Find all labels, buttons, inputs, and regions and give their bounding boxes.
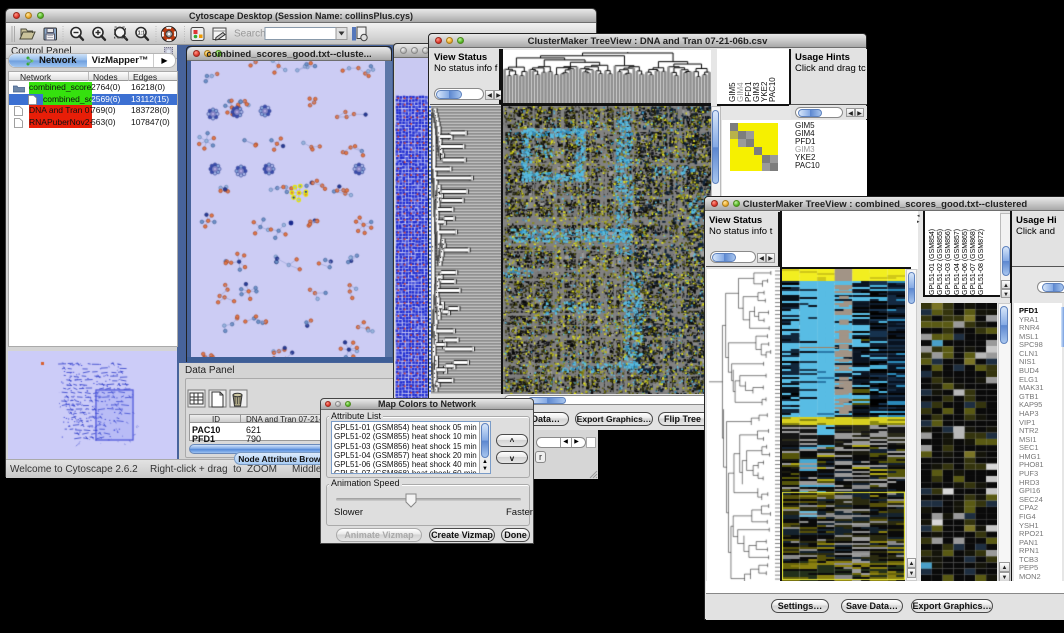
svg-text:Search:: Search:	[234, 29, 268, 40]
svg-text:1:1: 1:1	[138, 31, 145, 37]
